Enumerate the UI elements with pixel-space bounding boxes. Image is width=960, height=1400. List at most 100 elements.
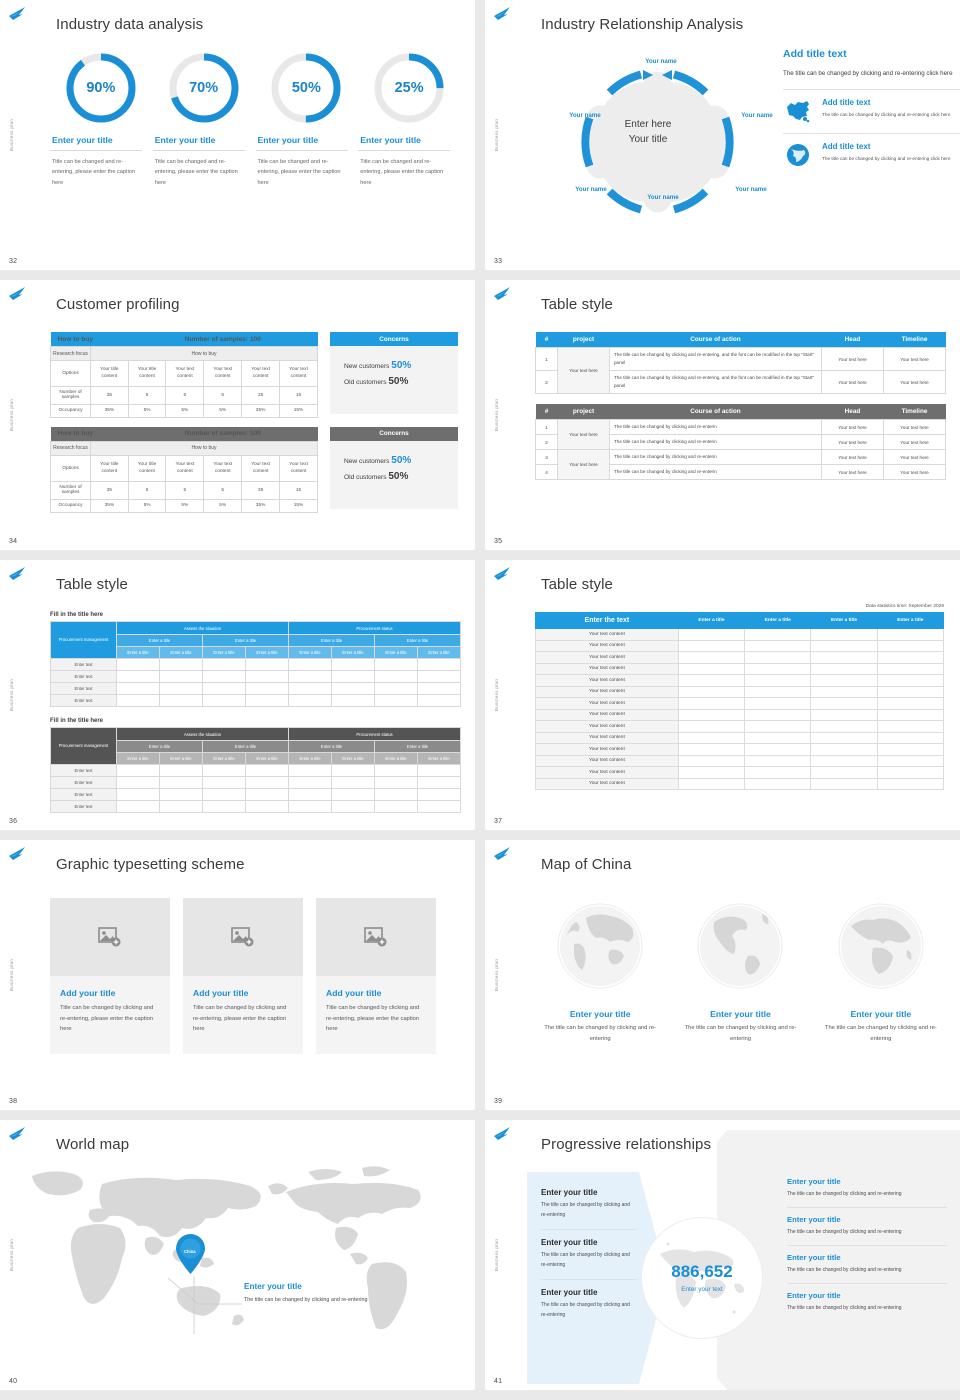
image-card[interactable]: Add your title Title can be changed by c… xyxy=(183,898,303,1054)
data-cell[interactable] xyxy=(245,800,289,813)
data-cell[interactable] xyxy=(417,670,461,683)
data-cell[interactable] xyxy=(288,776,332,789)
image-card[interactable]: Add your title Title can be changed by c… xyxy=(316,898,436,1054)
slide-37[interactable]: Business plan Table style 37 Data statis… xyxy=(485,560,960,830)
data-cell[interactable] xyxy=(876,731,945,744)
data-cell[interactable] xyxy=(417,788,461,801)
data-cell[interactable] xyxy=(744,766,812,779)
slide-32[interactable]: Business plan Industry data analysis 32 … xyxy=(0,0,475,270)
left-item[interactable]: Enter your title The title can be change… xyxy=(529,1180,647,1229)
data-cell[interactable] xyxy=(245,764,289,777)
donut-card[interactable]: 50% Enter your title Title can be change… xyxy=(255,46,358,188)
data-cell[interactable] xyxy=(876,720,945,733)
content-table[interactable]: Enter the text Enter a title Enter a tit… xyxy=(535,612,945,790)
data-cell[interactable] xyxy=(876,766,945,779)
data-cell[interactable] xyxy=(202,670,246,683)
data-cell[interactable] xyxy=(245,658,289,671)
data-cell[interactable] xyxy=(159,800,203,813)
data-cell[interactable] xyxy=(245,776,289,789)
data-cell[interactable] xyxy=(677,720,746,733)
table-row[interactable]: Your text content xyxy=(535,639,945,652)
data-cell[interactable] xyxy=(744,651,812,664)
data-cell[interactable] xyxy=(202,776,246,789)
table-row[interactable]: Your text content xyxy=(535,766,945,779)
table-row[interactable]: Your text content xyxy=(535,662,945,675)
data-cell[interactable] xyxy=(876,743,945,756)
table-row[interactable]: Enter text xyxy=(50,658,461,671)
data-cell[interactable] xyxy=(331,682,375,695)
data-cell[interactable] xyxy=(288,682,332,695)
data-cell[interactable] xyxy=(744,777,812,790)
data-cell[interactable] xyxy=(677,651,746,664)
data-cell[interactable] xyxy=(744,720,812,733)
data-cell[interactable] xyxy=(417,764,461,777)
map-pin-china-icon[interactable] xyxy=(174,1233,207,1275)
data-cell[interactable] xyxy=(159,694,203,707)
how-to-buy-table-gray[interactable]: How to buy Number of samples: 100 Resear… xyxy=(49,426,318,513)
table-row[interactable]: Enter text xyxy=(50,776,461,789)
data-cell[interactable] xyxy=(288,670,332,683)
table-row[interactable]: 1 Your text here The title can be change… xyxy=(535,346,946,395)
table-row[interactable]: 3 Your text here The title can be change… xyxy=(535,449,946,481)
table-row[interactable]: Your text content xyxy=(535,743,945,756)
panel-item[interactable]: Add title text The title can be changed … xyxy=(783,134,960,168)
data-cell[interactable] xyxy=(202,764,246,777)
table-row[interactable]: 1 Your text here The title can be change… xyxy=(535,419,946,451)
table-row[interactable]: Your text content xyxy=(535,685,945,698)
concerns-card-blue[interactable]: Concerns New customers 50% Old customers… xyxy=(330,332,458,418)
data-cell[interactable] xyxy=(744,731,812,744)
table-row[interactable]: Enter text xyxy=(50,670,461,683)
data-cell[interactable] xyxy=(374,682,418,695)
image-placeholder[interactable] xyxy=(316,898,436,976)
right-item[interactable]: Enter your title The title can be change… xyxy=(779,1208,955,1245)
data-cell[interactable] xyxy=(744,697,812,710)
data-cell[interactable] xyxy=(876,708,945,721)
action-table-gray[interactable]: # project Course of action Head Timeline… xyxy=(535,404,946,481)
data-cell[interactable] xyxy=(288,658,332,671)
table-row[interactable]: Your text content xyxy=(535,628,945,641)
data-cell[interactable] xyxy=(374,670,418,683)
concerns-card-gray[interactable]: Concerns New customers 50% Old customers… xyxy=(330,426,458,513)
data-cell[interactable] xyxy=(810,731,878,744)
table-row[interactable]: Your text content xyxy=(535,708,945,721)
table-row[interactable]: Enter text xyxy=(50,788,461,801)
data-cell[interactable] xyxy=(876,777,945,790)
data-cell[interactable] xyxy=(116,694,160,707)
data-cell[interactable] xyxy=(331,788,375,801)
data-cell[interactable] xyxy=(677,777,746,790)
data-cell[interactable] xyxy=(677,697,746,710)
donut-card[interactable]: 25% Enter your title Title can be change… xyxy=(358,46,460,188)
data-cell[interactable] xyxy=(331,776,375,789)
data-cell[interactable] xyxy=(876,754,945,767)
table-row[interactable]: Enter text xyxy=(50,682,461,695)
data-cell[interactable] xyxy=(331,800,375,813)
data-cell[interactable] xyxy=(374,776,418,789)
slide-39[interactable]: Business plan Map of China 39 Enter your… xyxy=(485,840,960,1110)
left-item[interactable]: Enter your title The title can be change… xyxy=(529,1230,647,1279)
table-row[interactable]: Your text content xyxy=(535,697,945,710)
data-cell[interactable] xyxy=(331,670,375,683)
data-cell[interactable] xyxy=(810,754,878,767)
donut-card[interactable]: 70% Enter your title Title can be change… xyxy=(152,46,255,188)
globe-card[interactable]: Enter your title The title can be change… xyxy=(535,898,665,1045)
data-cell[interactable] xyxy=(876,628,945,641)
data-cell[interactable] xyxy=(116,670,160,683)
data-cell[interactable] xyxy=(374,694,418,707)
data-cell[interactable] xyxy=(677,685,746,698)
data-cell[interactable] xyxy=(331,764,375,777)
data-cell[interactable] xyxy=(116,800,160,813)
data-cell[interactable] xyxy=(677,674,746,687)
data-cell[interactable] xyxy=(876,651,945,664)
data-cell[interactable] xyxy=(116,764,160,777)
table-row[interactable]: Your text content xyxy=(535,651,945,664)
procurement-table-blue[interactable]: Procurement management Assess the situat… xyxy=(50,621,461,707)
data-cell[interactable] xyxy=(202,682,246,695)
data-cell[interactable] xyxy=(810,651,878,664)
data-cell[interactable] xyxy=(288,694,332,707)
data-cell[interactable] xyxy=(876,662,945,675)
data-cell[interactable] xyxy=(810,766,878,779)
data-cell[interactable] xyxy=(159,788,203,801)
data-cell[interactable] xyxy=(876,697,945,710)
data-cell[interactable] xyxy=(374,658,418,671)
left-item[interactable]: Enter your title The title can be change… xyxy=(529,1280,647,1329)
